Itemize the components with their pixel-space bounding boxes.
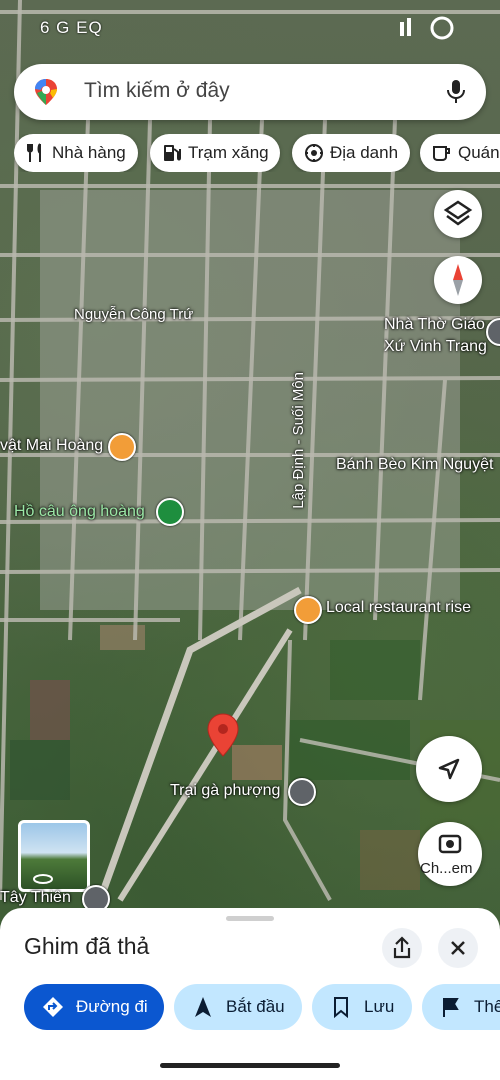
restaurant-pin-icon[interactable] [108,433,136,461]
street-view-label: Ch...em [420,860,473,877]
poi-label-trai-ga[interactable]: Trại gà phượng [170,782,280,800]
landmark-icon [305,144,323,162]
directions-icon [43,997,63,1017]
poi-label-church-line2[interactable]: Xứ Vinh Trang [384,338,487,356]
search-placeholder: Tìm kiếm ở đây [84,79,230,102]
poi-label-local-restaurant[interactable]: Local restaurant rise [326,599,471,617]
layers-button[interactable] [434,190,482,238]
street-label: Nguyễn Công Trứ [74,306,194,323]
restaurant-icon [27,143,41,162]
place-pin-icon[interactable] [288,778,316,806]
category-chips: Nhà hàng Trạm xăng Địa danh Quán [14,134,500,172]
rotate-360-icon [33,874,53,884]
save-button[interactable]: Lưu [312,984,412,1030]
poi-label-ho-cau[interactable]: Hồ câu ông hoàng [14,503,145,521]
poi-label-church[interactable]: Nhà Thờ Giáo [384,316,485,334]
chip-label: Quán [458,143,500,162]
dropped-pin-icon[interactable] [206,712,240,758]
chip-label: Nhà hàng [52,143,126,162]
gas-station-icon [164,145,181,161]
bottom-sheet: Ghim đã thả Đường đi Bắt đầu Lưu Thê [0,908,500,1080]
bookmark-icon [334,997,348,1018]
chip-label: Địa danh [330,143,399,162]
chip-restaurants[interactable]: Nhà hàng [14,134,138,172]
directions-label: Đường đi [76,997,148,1016]
navigation-arrow-icon [195,997,211,1017]
poi-label-mai-hoang[interactable]: vật Mai Hoàng [0,437,103,455]
chip-label: Trạm xăng [188,143,269,162]
cafe-icon [433,146,450,161]
close-button[interactable] [438,928,478,968]
close-icon [451,941,465,955]
save-label: Lưu [364,997,395,1016]
mic-icon[interactable] [446,79,466,105]
directions-button[interactable]: Đường đi [24,984,164,1030]
search-bar[interactable]: Tìm kiếm ở đây [14,64,486,120]
chip-cafes[interactable]: Quán [420,134,500,172]
street-label-vertical: Lập Định - Suối Môn [290,372,307,509]
street-view-button[interactable]: Ch...em [418,822,482,886]
share-button[interactable] [382,928,422,968]
poi-label-tay-thien[interactable]: Tây Thiên [0,889,71,907]
poi-label-banh-beo[interactable]: Bánh Bèo Kim Nguyệt [336,456,493,474]
start-button[interactable]: Bắt đầu [174,984,302,1030]
compass-button[interactable] [434,256,482,304]
add-label-label: Thê [474,997,500,1016]
start-label: Bắt đầu [226,997,285,1016]
layers-icon [443,200,473,226]
maps-pin-icon [35,79,57,105]
sheet-title: Ghim đã thả [24,933,150,959]
street-view-thumbnail[interactable] [18,820,90,892]
my-location-button[interactable] [416,736,482,802]
sheet-drag-handle[interactable] [226,916,274,921]
park-pin-icon[interactable] [156,498,184,526]
flag-icon [443,998,459,1017]
status-bar: 6 G EQ [40,14,460,42]
navigation-arrow-icon [438,758,460,780]
home-indicator [160,1063,340,1068]
chip-gas-stations[interactable]: Trạm xăng [150,134,280,172]
compass-icon [453,264,463,296]
restaurant-pin-icon[interactable] [294,596,322,624]
chip-landmarks[interactable]: Địa danh [292,134,410,172]
add-label-button[interactable]: Thê [422,984,500,1030]
share-icon [393,936,411,959]
status-icons [400,16,454,40]
status-indicators: 6 G EQ [40,18,103,37]
